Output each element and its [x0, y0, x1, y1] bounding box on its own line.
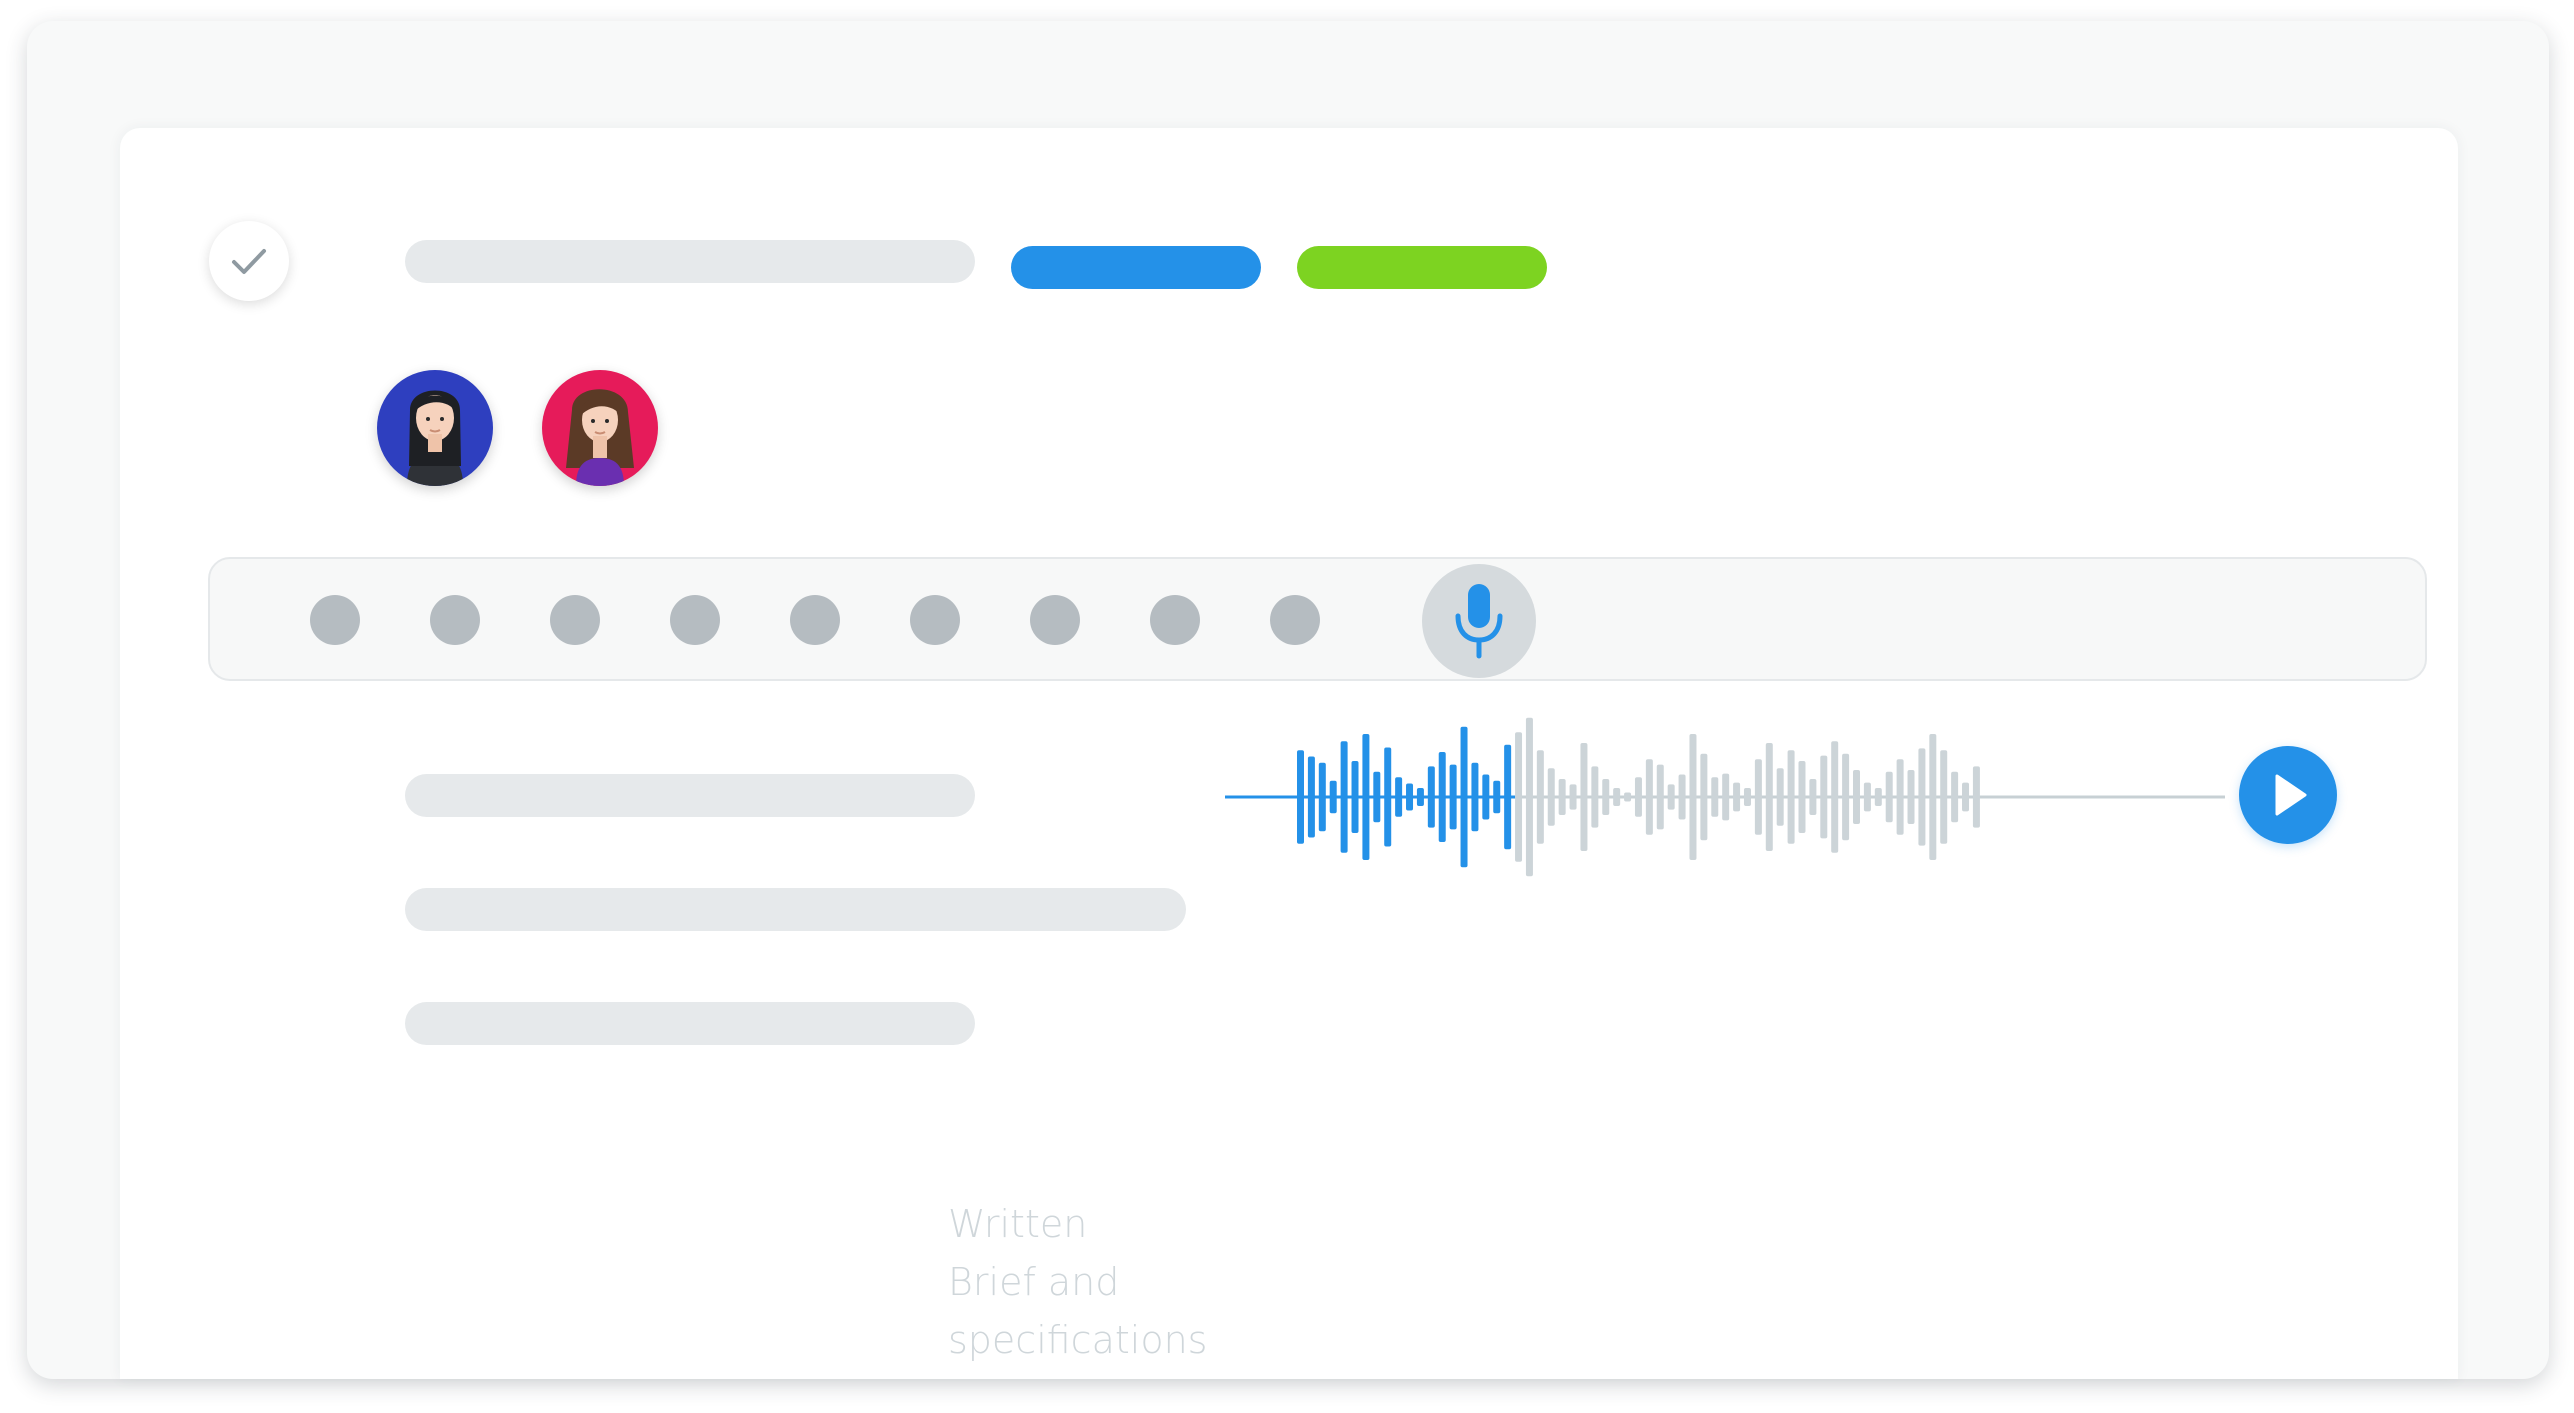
waveform-bar — [1504, 744, 1512, 850]
recording-dot — [430, 595, 480, 645]
waveform-bar — [1307, 756, 1315, 838]
waveform-bar — [1438, 752, 1446, 842]
text-line-placeholder — [405, 774, 975, 817]
text-line-placeholder — [405, 1002, 975, 1045]
recording-dot — [670, 595, 720, 645]
waveform-bar — [1525, 717, 1533, 877]
waveform-bar — [1743, 788, 1751, 806]
caption-line: specifications — [948, 1318, 1208, 1362]
waveform-bar — [1580, 743, 1588, 851]
record-button[interactable] — [1422, 564, 1536, 678]
microphone-icon — [1455, 584, 1503, 659]
voice-recorder-bar — [208, 557, 2427, 681]
waveform-bar — [1384, 747, 1392, 847]
text-line-placeholder — [405, 888, 1186, 931]
waveform-bar — [1471, 762, 1479, 832]
waveform-bar — [1896, 759, 1904, 835]
tag-blue[interactable] — [1011, 246, 1261, 289]
person-illustration — [566, 389, 634, 486]
waveform-bar — [1395, 777, 1403, 817]
caption-line: Brief and — [948, 1260, 1120, 1304]
waveform-bar — [1340, 741, 1348, 853]
waveform-bar — [1700, 753, 1708, 841]
waveform-bar — [1907, 770, 1915, 824]
caption-line: Written — [948, 1202, 1088, 1246]
waveform-bar — [1798, 761, 1806, 833]
person-illustration — [407, 390, 463, 486]
waveform-bar — [1711, 777, 1719, 817]
waveform-bar — [1558, 779, 1566, 815]
waveform-bar — [1787, 750, 1795, 844]
check-icon — [232, 249, 266, 274]
waveform-bar — [1449, 764, 1457, 830]
audio-waveform — [1225, 717, 2225, 877]
recording-dot — [910, 595, 960, 645]
waveform-bar — [1853, 770, 1861, 824]
waveform-bar — [1962, 782, 1970, 812]
waveform-bar — [1951, 771, 1959, 823]
waveform-bar — [1373, 771, 1381, 823]
recording-dot — [1150, 595, 1200, 645]
waveform-bar — [1809, 779, 1817, 815]
waveform-bar — [1722, 773, 1730, 821]
waveform-bar — [1362, 734, 1370, 860]
waveform-bar — [1591, 766, 1599, 828]
play-icon — [2275, 774, 2307, 816]
waveform-bar — [1536, 750, 1544, 844]
tag-green[interactable] — [1297, 246, 1547, 289]
recording-dot — [790, 595, 840, 645]
waveform-bar — [1460, 726, 1468, 868]
waveform-bar — [1678, 774, 1686, 820]
waveform-bar — [1918, 748, 1926, 846]
waveform-bar — [1613, 788, 1621, 806]
waveform-bar — [1297, 750, 1304, 844]
waveform-bar — [1493, 780, 1501, 814]
waveform-bar — [1569, 784, 1577, 810]
avatar[interactable] — [377, 370, 493, 486]
waveform-bar — [1427, 766, 1435, 828]
waveform-bar — [1842, 753, 1850, 841]
waveform-bar — [1765, 743, 1773, 851]
waveform-bar — [1733, 782, 1741, 812]
recording-dot — [310, 595, 360, 645]
waveform-bar — [1863, 782, 1871, 812]
waveform-bar — [1329, 780, 1337, 814]
waveform-bar — [1515, 732, 1523, 862]
recording-dot — [1270, 595, 1320, 645]
waveform-bar — [1776, 768, 1784, 826]
waveform-bar — [1929, 734, 1937, 860]
waveform-bar — [1972, 766, 1980, 828]
recording-dot — [1030, 595, 1080, 645]
waveform-bar — [1831, 741, 1839, 853]
waveform-bar — [1634, 777, 1642, 817]
waveform-bar — [1645, 759, 1653, 835]
waveform-bar — [1820, 755, 1828, 839]
avatar[interactable] — [542, 370, 658, 486]
waveform-bar — [1406, 783, 1414, 811]
waveform-bar — [1482, 774, 1490, 820]
waveform-bar — [1547, 768, 1555, 826]
recording-dot — [550, 595, 600, 645]
waveform-bar — [1885, 771, 1893, 823]
waveform-bar — [1624, 792, 1632, 802]
waveform-bar — [1667, 784, 1675, 810]
task-title-placeholder — [405, 240, 975, 283]
waveform-bar — [1351, 761, 1359, 833]
caption-text: Written Brief and specifications — [948, 1195, 1228, 1369]
waveform-bar — [1602, 779, 1610, 815]
play-button[interactable] — [2239, 746, 2337, 844]
waveform-bar — [1656, 764, 1664, 830]
waveform-bar — [1416, 788, 1424, 806]
waveform-bar — [1689, 734, 1697, 860]
waveform-bar — [1318, 762, 1326, 832]
waveform-bar — [1940, 750, 1948, 844]
waveform-bar — [1754, 759, 1762, 835]
complete-task-button[interactable] — [209, 221, 289, 301]
waveform-bar — [1874, 788, 1882, 806]
